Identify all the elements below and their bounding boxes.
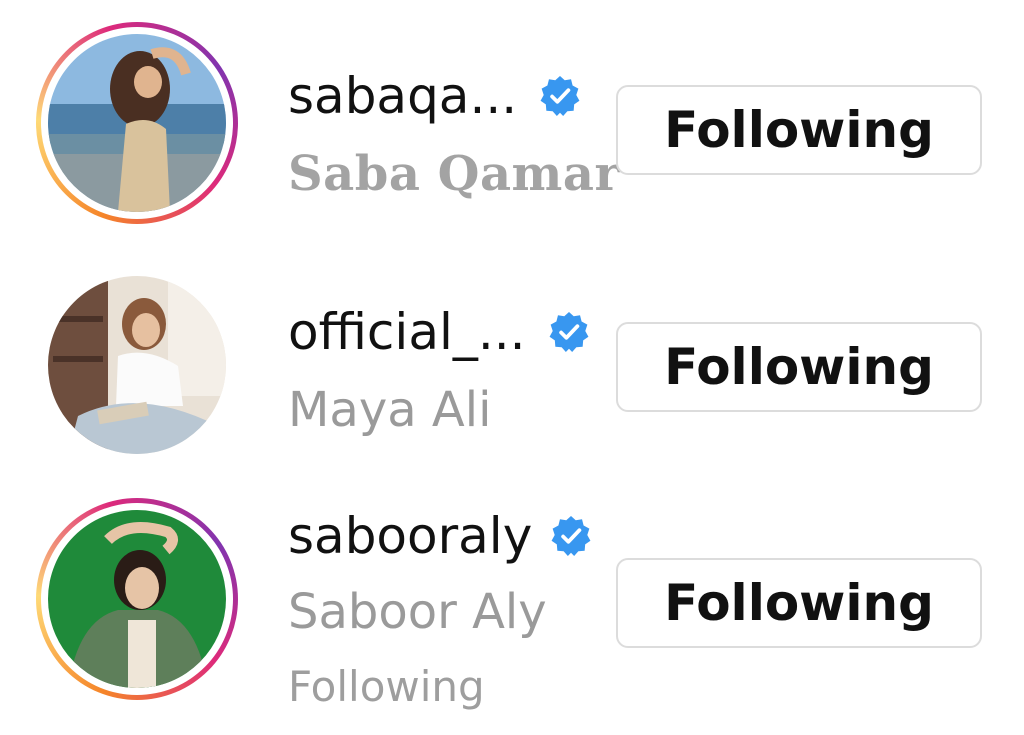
username-line: sabaqa... bbox=[288, 66, 581, 126]
verified-badge-icon bbox=[539, 75, 581, 117]
username[interactable]: sabaqa... bbox=[288, 66, 517, 126]
avatar[interactable] bbox=[48, 34, 226, 212]
profile-photo-green bbox=[48, 510, 226, 688]
full-name: Saboor Aly bbox=[288, 584, 547, 640]
following-button[interactable]: Following bbox=[616, 322, 982, 412]
username-line: official_... bbox=[288, 302, 590, 362]
verified-badge-icon bbox=[548, 311, 590, 353]
mutual-status: Following bbox=[288, 662, 485, 711]
following-list: sabaqa... Saba Qamar Following official_… bbox=[0, 0, 1024, 735]
story-ring[interactable] bbox=[36, 22, 238, 224]
list-item[interactable]: official_... Maya Ali Following bbox=[0, 250, 1024, 490]
avatar[interactable] bbox=[48, 276, 226, 454]
list-item[interactable]: sabooraly Saboor Aly Following Following bbox=[0, 490, 1024, 735]
full-name: Maya Ali bbox=[288, 382, 492, 438]
profile-photo-beach bbox=[48, 34, 226, 212]
username[interactable]: official_... bbox=[288, 302, 526, 362]
username-line: sabooraly bbox=[288, 506, 592, 566]
following-button[interactable]: Following bbox=[616, 558, 982, 648]
avatar-frame[interactable] bbox=[36, 264, 238, 466]
story-ring[interactable] bbox=[36, 498, 238, 700]
avatar[interactable] bbox=[48, 510, 226, 688]
following-button[interactable]: Following bbox=[616, 85, 982, 175]
full-name: Saba Qamar bbox=[288, 146, 621, 202]
username[interactable]: sabooraly bbox=[288, 506, 532, 566]
profile-photo-room bbox=[48, 276, 226, 454]
verified-badge-icon bbox=[550, 515, 592, 557]
list-item[interactable]: sabaqa... Saba Qamar Following bbox=[0, 0, 1024, 250]
